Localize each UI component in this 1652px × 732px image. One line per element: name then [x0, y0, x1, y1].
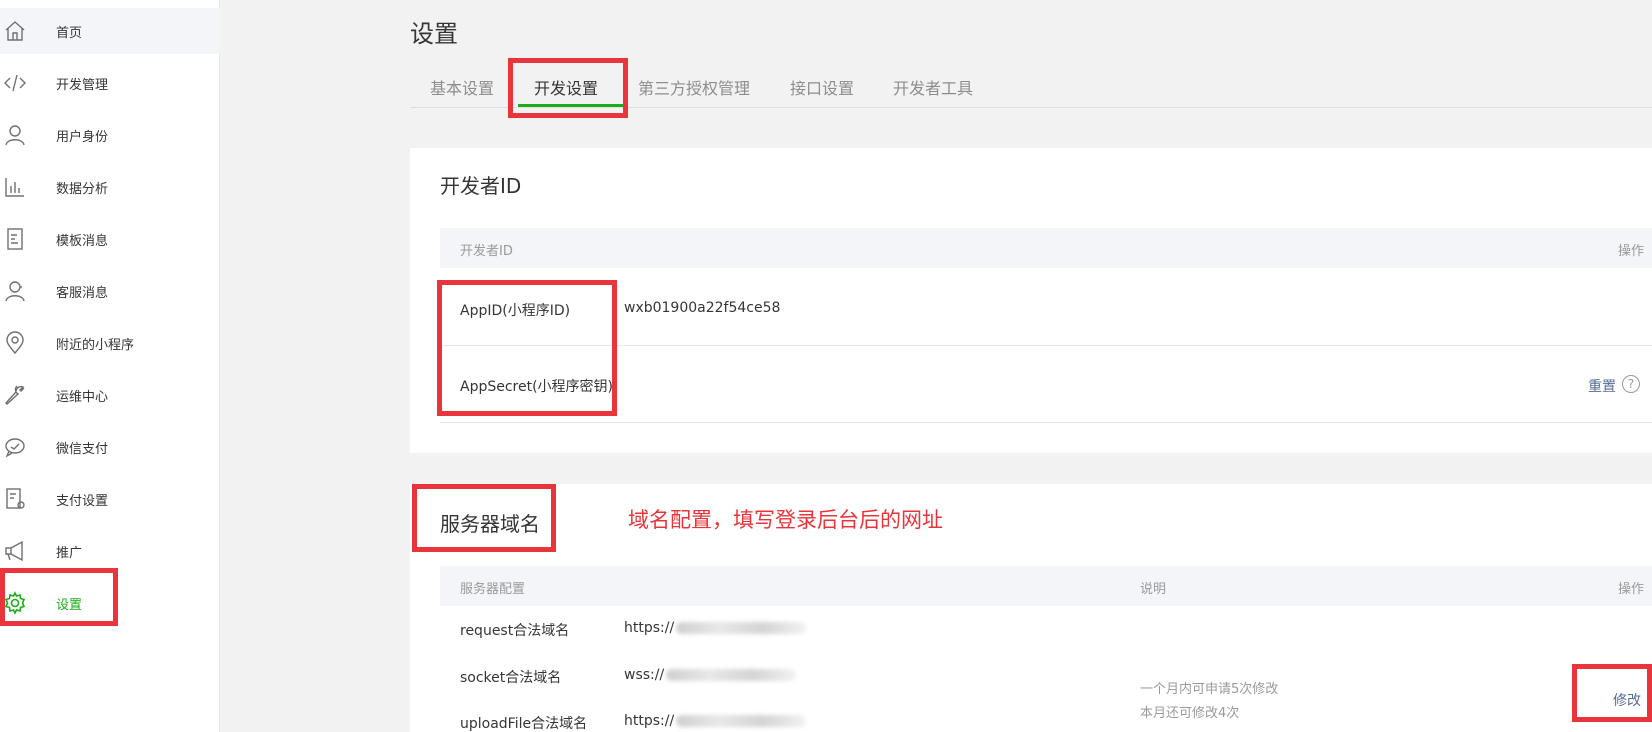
- sidebar-item-user-identity[interactable]: 用户身份: [0, 112, 220, 158]
- redacted-domain: [666, 669, 797, 681]
- sidebar-item-nearby-miniprograms[interactable]: 附近的小程序: [0, 320, 220, 366]
- developer-id-card: 开发者ID 开发者ID 操作 AppID(小程序ID) wxb01900a22f…: [410, 148, 1652, 453]
- sidebar-item-label: 附近的小程序: [56, 337, 135, 353]
- appid-value: wxb01900a22f54ce58: [624, 300, 781, 316]
- sidebar-item-payment-settings[interactable]: 支付设置: [0, 476, 220, 522]
- sidebar-item-label: 数据分析: [56, 181, 109, 197]
- server-domain-table-header: 服务器配置 说明 操作: [440, 566, 1652, 606]
- upload-domain-prefix: https://: [624, 713, 675, 729]
- sidebar-item-label: 首页: [56, 25, 83, 41]
- upload-domain-label: uploadFile合法域名: [460, 716, 588, 732]
- location-pin-icon: [2, 330, 28, 356]
- reset-link[interactable]: 重置: [1588, 376, 1616, 396]
- header-action: 操作: [1617, 244, 1644, 259]
- row-divider: [440, 345, 1652, 346]
- developer-id-title: 开发者ID: [440, 174, 522, 198]
- code-icon: [2, 70, 28, 96]
- request-domain-label: request合法域名: [460, 623, 570, 639]
- sidebar-item-dev-management[interactable]: 开发管理: [0, 60, 220, 106]
- redacted-domain: [676, 622, 807, 634]
- socket-domain-value: wss://: [624, 667, 797, 683]
- header-server-config: 服务器配置: [460, 582, 526, 597]
- customer-service-icon: [2, 278, 28, 304]
- sidebar-item-label: 设置: [56, 597, 83, 613]
- help-icon[interactable]: ?: [1622, 375, 1640, 393]
- server-domain-title: 服务器域名: [440, 512, 540, 536]
- wechat-pay-icon: [2, 434, 28, 460]
- sidebar-item-customer-service[interactable]: 客服消息: [0, 268, 220, 314]
- gear-icon: [2, 590, 28, 616]
- active-tab-indicator: [518, 104, 626, 107]
- megaphone-icon: [2, 538, 28, 564]
- sidebar-item-label: 客服消息: [56, 285, 109, 301]
- document-icon: [2, 226, 28, 252]
- modify-remaining-note: 本月还可修改4次: [1140, 706, 1240, 721]
- sidebar: 首页 开发管理 用户身份 数据分析 模板消息 客服消息 附近的小程序 运维中心 …: [0, 0, 220, 732]
- sidebar-item-ops-center[interactable]: 运维中心: [0, 372, 220, 418]
- sidebar-item-label: 开发管理: [56, 77, 109, 93]
- socket-domain-label: socket合法域名: [460, 670, 562, 686]
- server-domain-card: 服务器域名 服务器配置 说明 操作 request合法域名 https:// s…: [410, 484, 1652, 732]
- domain-config-annotation: 域名配置，填写登录后台后的网址: [628, 508, 943, 532]
- redacted-domain: [676, 715, 807, 727]
- upload-domain-value: https://: [624, 713, 807, 729]
- developer-id-table-header: 开发者ID 操作: [440, 228, 1652, 268]
- request-domain-value: https://: [624, 620, 807, 636]
- tab-developer-tools[interactable]: 开发者工具: [893, 75, 973, 99]
- sidebar-item-label: 微信支付: [56, 441, 109, 457]
- request-domain-prefix: https://: [624, 620, 675, 636]
- modify-limit-note: 一个月内可申请5次修改: [1140, 682, 1279, 697]
- sidebar-item-label: 运维中心: [56, 389, 109, 405]
- sidebar-item-label: 支付设置: [56, 493, 109, 509]
- header-developer-id: 开发者ID: [460, 244, 513, 259]
- tab-api-settings[interactable]: 接口设置: [790, 75, 854, 99]
- appid-label: AppID(小程序ID): [460, 303, 571, 319]
- row-divider: [440, 422, 1652, 423]
- home-icon: [2, 18, 28, 44]
- sidebar-item-wechat-pay[interactable]: 微信支付: [0, 424, 220, 470]
- sidebar-item-label: 用户身份: [56, 129, 109, 145]
- tab-bar: 基本设置 开发设置 第三方授权管理 接口设置 开发者工具: [410, 64, 1652, 108]
- sidebar-item-label: 推广: [56, 545, 83, 561]
- bar-chart-icon: [2, 174, 28, 200]
- appsecret-label: AppSecret(小程序密钥): [460, 379, 614, 395]
- user-icon: [2, 122, 28, 148]
- sidebar-item-label: 模板消息: [56, 233, 109, 249]
- sidebar-item-home[interactable]: 首页: [0, 8, 220, 54]
- header-action: 操作: [1617, 582, 1644, 597]
- sidebar-item-data-analysis[interactable]: 数据分析: [0, 164, 220, 210]
- modify-link[interactable]: 修改: [1613, 690, 1641, 710]
- wrench-icon: [2, 382, 28, 408]
- tab-third-party-auth[interactable]: 第三方授权管理: [638, 75, 750, 99]
- payment-settings-icon: [2, 486, 28, 512]
- tab-basic-settings[interactable]: 基本设置: [430, 75, 494, 99]
- sidebar-item-promotion[interactable]: 推广: [0, 528, 220, 574]
- header-description: 说明: [1140, 582, 1167, 597]
- sidebar-item-template-messages[interactable]: 模板消息: [0, 216, 220, 262]
- socket-domain-prefix: wss://: [624, 667, 665, 683]
- tab-dev-settings[interactable]: 开发设置: [534, 75, 598, 99]
- page-title: 设置: [410, 20, 458, 48]
- sidebar-item-settings[interactable]: 设置: [0, 580, 220, 626]
